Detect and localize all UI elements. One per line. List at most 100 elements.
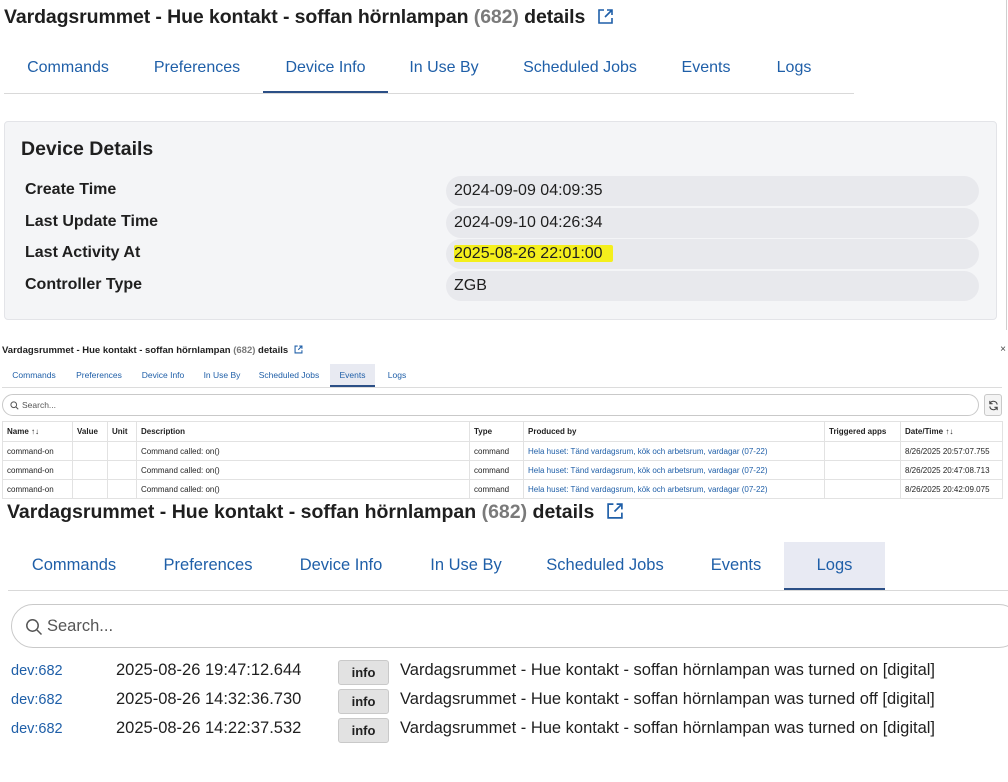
external-link-icon[interactable] <box>606 502 624 526</box>
page-title: Vardagsrummet - Hue kontakt - soffan hör… <box>7 501 624 526</box>
tab-scheduled-jobs[interactable]: Scheduled Jobs <box>254 364 324 387</box>
device-name: Vardagsrummet - Hue kontakt - soffan hör… <box>7 501 477 523</box>
col-value: Value <box>72 421 108 442</box>
cell-datetime: 8/26/2025 20:47:08.713 <box>900 460 1003 480</box>
events-search-input[interactable]: Search... <box>2 394 979 416</box>
tab-logs[interactable]: Logs <box>380 364 414 387</box>
log-entry: dev:682 2025-08-26 14:22:37.532 info Var… <box>11 718 1001 743</box>
table-header-row: Name ↑↓ Value Unit Description Type Prod… <box>2 421 1003 442</box>
device-id: (682) <box>481 501 528 523</box>
device-details-card: Device Details Create Time 2024-09-09 04… <box>4 121 997 320</box>
search-placeholder: Search... <box>47 617 114 635</box>
cell-triggered-apps <box>824 441 901 461</box>
device-info-panel: Vardagsrummet - Hue kontakt - soffan hör… <box>0 0 1008 330</box>
search-placeholder: Search... <box>22 400 57 410</box>
tab-preferences[interactable]: Preferences <box>70 364 128 387</box>
log-message: Vardagsrummet - Hue kontakt - soffan hör… <box>400 719 936 737</box>
cell-produced-by-link[interactable]: Hela huset: Tänd vardagsrum, kök och arb… <box>523 441 825 461</box>
search-icon <box>10 401 19 412</box>
col-description: Description <box>136 421 470 442</box>
device-name: Vardagsrummet - Hue kontakt - soffan hör… <box>2 345 231 356</box>
tab-preferences[interactable]: Preferences <box>140 45 254 93</box>
log-level-badge: info <box>338 689 389 714</box>
logs-panel: Vardagsrummet - Hue kontakt - soffan hör… <box>0 494 1008 782</box>
tab-in-use-by[interactable]: In Use By <box>416 542 516 590</box>
events-panel: Vardagsrummet - Hue kontakt - soffan hör… <box>0 342 1008 499</box>
card-heading: Device Details <box>21 138 154 160</box>
cell-unit <box>107 460 137 480</box>
title-suffix: details <box>524 6 586 28</box>
cell-produced-by-link[interactable]: Hela huset: Tänd vardagsrum, kök och arb… <box>523 460 825 480</box>
tab-commands[interactable]: Commands <box>2 364 66 387</box>
log-timestamp: 2025-08-26 14:22:37.532 <box>116 719 302 737</box>
value-controller-type: ZGB <box>446 271 979 301</box>
col-unit: Unit <box>107 421 137 442</box>
col-datetime[interactable]: Date/Time ↑↓ <box>900 421 1003 442</box>
page-title: Vardagsrummet - Hue kontakt - soffan hör… <box>4 6 614 31</box>
log-timestamp: 2025-08-26 14:32:36.730 <box>116 690 302 708</box>
col-type: Type <box>469 421 524 442</box>
tab-device-info[interactable]: Device Info <box>136 364 190 387</box>
value-create-time: 2024-09-09 04:09:35 <box>446 176 979 206</box>
value-last-update-time: 2024-09-10 04:26:34 <box>446 208 979 238</box>
log-entry: dev:682 2025-08-26 14:32:36.730 info Var… <box>11 689 1001 714</box>
label-controller-type: Controller Type <box>25 276 143 293</box>
value-last-activity-at: 2025-08-26 22:01:00 <box>446 239 979 269</box>
tab-in-use-by[interactable]: In Use By <box>396 45 492 93</box>
col-produced-by: Produced by <box>523 421 825 442</box>
title-suffix: details <box>532 501 595 523</box>
table-row: command-on Command called: on() command … <box>2 441 1003 461</box>
log-entry: dev:682 2025-08-26 19:47:12.644 info Var… <box>11 660 1001 685</box>
tab-bar: Commands Preferences Device Info In Use … <box>2 364 1002 388</box>
tab-events[interactable]: Events <box>330 364 375 387</box>
log-device-link[interactable]: dev:682 <box>11 721 63 737</box>
highlight-marker: 2025-08-26 22:01:00 <box>454 245 613 262</box>
tab-commands[interactable]: Commands <box>4 45 132 93</box>
cell-type: command <box>469 441 524 461</box>
table-row: command-on Command called: on() command … <box>2 460 1003 480</box>
cell-triggered-apps <box>824 460 901 480</box>
tab-bar: Commands Preferences Device Info In Use … <box>4 45 854 94</box>
log-device-link[interactable]: dev:682 <box>11 663 63 679</box>
col-name[interactable]: Name ↑↓ <box>2 421 73 442</box>
cell-description: Command called: on() <box>136 441 470 461</box>
external-link-icon[interactable] <box>597 8 614 31</box>
title-suffix: details <box>258 345 289 356</box>
tab-events[interactable]: Events <box>670 45 742 93</box>
tab-in-use-by[interactable]: In Use By <box>198 364 246 387</box>
cell-datetime: 8/26/2025 20:57:07.755 <box>900 441 1003 461</box>
cell-unit <box>107 441 137 461</box>
log-device-link[interactable]: dev:682 <box>11 692 63 708</box>
tab-scheduled-jobs[interactable]: Scheduled Jobs <box>510 45 650 93</box>
tab-device-info[interactable]: Device Info <box>263 45 388 93</box>
search-icon <box>25 618 43 641</box>
label-last-update-time: Last Update Time <box>25 213 159 230</box>
external-link-icon[interactable] <box>294 345 303 357</box>
logs-search-input[interactable]: Search... <box>11 604 1008 648</box>
tab-scheduled-jobs[interactable]: Scheduled Jobs <box>534 542 676 590</box>
tab-bar: Commands Preferences Device Info In Use … <box>8 542 1008 591</box>
log-message: Vardagsrummet - Hue kontakt - soffan hör… <box>400 690 935 708</box>
cell-name: command-on <box>2 460 73 480</box>
tab-events[interactable]: Events <box>694 542 778 590</box>
device-name: Vardagsrummet - Hue kontakt - soffan hör… <box>4 6 469 28</box>
cell-value <box>72 460 108 480</box>
tab-commands[interactable]: Commands <box>8 542 140 590</box>
tab-logs[interactable]: Logs <box>762 45 826 93</box>
log-level-badge: info <box>338 718 389 743</box>
cell-value <box>72 441 108 461</box>
page-title: Vardagsrummet - Hue kontakt - soffan hör… <box>2 345 303 357</box>
refresh-button[interactable] <box>984 394 1002 416</box>
device-id: (682) <box>233 345 256 356</box>
log-message: Vardagsrummet - Hue kontakt - soffan hör… <box>400 661 936 679</box>
close-icon[interactable]: × <box>1000 344 1006 355</box>
device-id: (682) <box>473 6 519 28</box>
cell-description: Command called: on() <box>136 460 470 480</box>
tab-logs[interactable]: Logs <box>784 542 885 590</box>
log-timestamp: 2025-08-26 19:47:12.644 <box>116 661 302 679</box>
tab-device-info[interactable]: Device Info <box>284 542 398 590</box>
events-table: Name ↑↓ Value Unit Description Type Prod… <box>2 421 1003 499</box>
tab-preferences[interactable]: Preferences <box>148 542 268 590</box>
label-create-time: Create Time <box>25 181 117 198</box>
cell-name: command-on <box>2 441 73 461</box>
